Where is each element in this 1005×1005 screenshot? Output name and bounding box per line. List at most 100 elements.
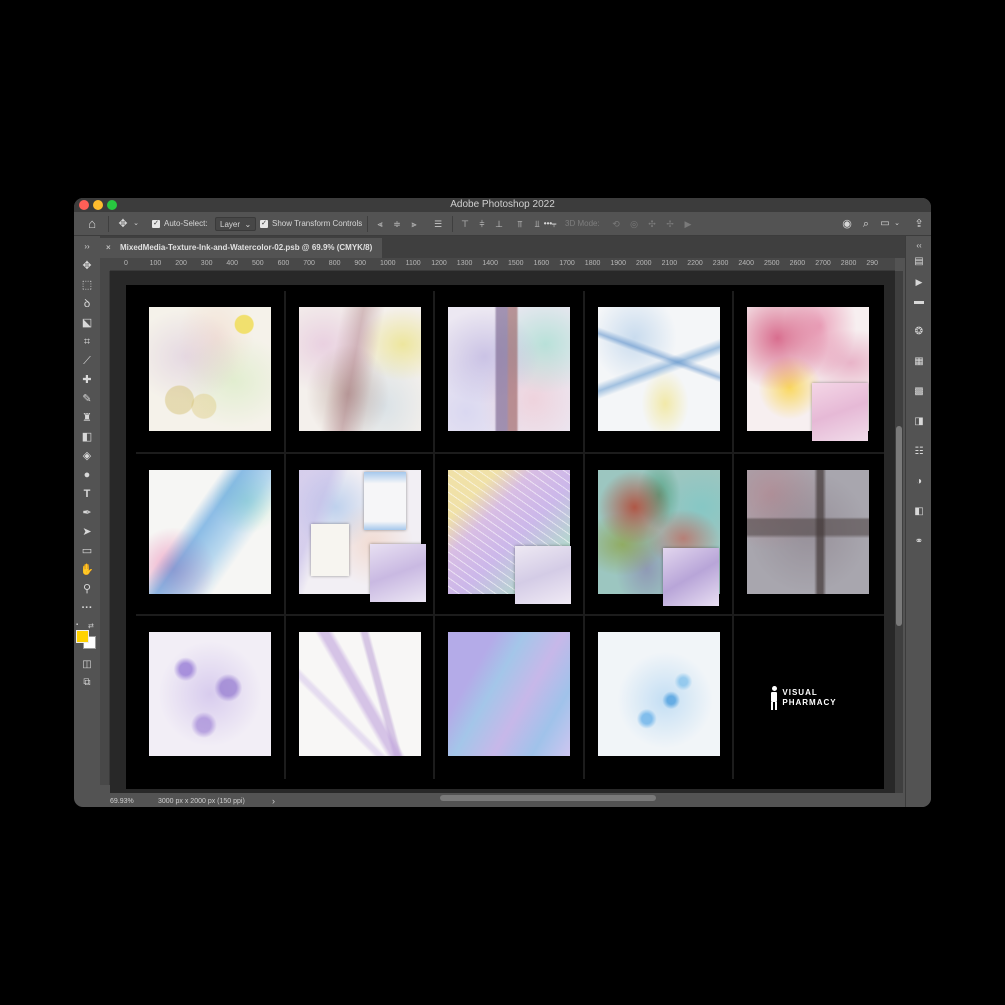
distribute-horizontal-icon[interactable]: ☰ [432,212,444,236]
show-transform-controls-label: Show Transform Controls [272,219,363,228]
ruler-tick-label: 2400 [738,260,754,267]
zoom-level[interactable]: 69.93% [110,796,134,807]
texture-preview [597,307,720,431]
hand-icon[interactable]: ✋ [78,562,96,579]
align-top-edges-icon[interactable]: ⊤ [459,212,471,236]
ruler-tick-label: 1200 [431,260,447,267]
texture-cell [286,616,436,779]
window-close-button[interactable] [79,200,89,210]
ruler-tick-label: 1300 [456,260,473,267]
ruler-origin[interactable] [100,258,110,271]
screen-mode-icon[interactable]: ⧉ [78,674,96,691]
share-user-icon[interactable]: ◉ [840,212,854,236]
move-tool-icon[interactable]: ✥ [78,258,96,275]
type-tool-icon[interactable]: T [78,486,96,503]
properties-icon[interactable]: ◑ [911,474,927,490]
crop-icon[interactable]: ⌗ [78,334,96,351]
window-maximize-button[interactable] [107,200,117,210]
status-info-chevron-icon[interactable]: › [272,796,275,807]
move-tool-icon[interactable]: ✥ [116,212,130,236]
ruler-tick-label: 1900 [610,260,626,267]
texture-cell [734,454,884,617]
quick-mask-icon[interactable]: ◫ [78,656,96,673]
document-canvas[interactable]: VISUAL PHARMACY [126,285,884,789]
ruler-tick-label: 2600 [789,260,806,267]
3d-roll-icon[interactable]: ◎ [628,212,640,236]
texture-overlay-swatch [369,543,426,602]
brush-icon[interactable]: ✎ [78,391,96,408]
document-tab[interactable]: × MixedMedia-Texture-Ink-and-Watercolor-… [100,238,383,258]
search-icon[interactable]: ⌕ [859,212,873,236]
patterns-icon[interactable]: ▩ [911,384,927,400]
auto-select-checkbox[interactable]: ✓ [152,220,160,228]
auto-select-target-dropdown[interactable]: Layer ⌄ [215,217,257,231]
ruler-tick-label: 700 [303,260,315,267]
object-selection-icon[interactable]: ⬕ [78,315,96,332]
align-horizontal-centers-icon[interactable]: ≑ [391,212,403,236]
history-icon[interactable]: ▤ [911,254,927,270]
align-bottom-edges-icon[interactable]: ⊥ [493,212,505,236]
collapse-dock-icon[interactable]: ‹‹ [911,238,927,254]
lasso-icon[interactable]: ꝺ [78,296,96,313]
close-tab-icon[interactable]: × [106,238,111,258]
collapse-panel-icon[interactable]: ›› [78,238,96,255]
3d-orbit-icon[interactable]: ⟲ [610,212,622,236]
texture-preview [448,632,571,757]
document-info: 3000 px x 2000 px (150 ppi) [158,798,245,805]
window-minimize-button[interactable] [93,200,103,210]
swap-colors-icon[interactable]: ⇄ [88,622,94,630]
3d-pan-icon[interactable]: ✣ [646,212,658,236]
vertical-ruler[interactable] [100,271,110,785]
healing-brush-icon[interactable]: ✚ [78,372,96,389]
actions-play-icon[interactable]: ▶ [911,274,927,290]
ruler-tick-label: 1800 [584,260,601,267]
channels-icon[interactable]: ⚭ [911,534,927,550]
eraser-icon[interactable]: ◧ [78,429,96,446]
dodge-icon[interactable]: ● [78,467,96,484]
align-vertical-centers-icon[interactable]: ⫩ [476,212,488,236]
ruler-tick-label: 1700 [559,260,575,267]
paint-bucket-icon[interactable]: ◈ [78,448,96,465]
vertical-scroll-thumb[interactable] [896,426,902,626]
vertical-scrollbar[interactable] [895,271,903,793]
clone-stamp-icon[interactable]: ♜ [78,410,96,427]
workspace-chevron-down-icon[interactable]: ⌄ [893,212,901,236]
3d-slide-icon[interactable]: ✢ [664,212,676,236]
ruler-tick-label: 2800 [840,260,857,267]
texture-cell [285,453,436,617]
zoom-icon[interactable]: ⚲ [78,581,96,598]
adjustments-sliders-icon[interactable]: ☷ [911,444,927,460]
tool-preset-chevron-down-icon[interactable]: ⌄ [132,212,140,236]
gradients-icon[interactable]: ◨ [911,414,927,430]
foreground-color-swatch[interactable] [76,630,89,643]
canvas-area[interactable]: VISUAL PHARMACY [110,271,895,793]
workspace-icon[interactable]: ▭ [878,212,892,236]
figure-icon [770,686,778,711]
edit-toolbar-icon[interactable]: ··· [78,600,96,617]
comments-icon[interactable]: ▬ [911,294,927,310]
photoshop-window: Adobe Photoshop 2022 ⌂ ✥ ⌄ ✓ Auto-Select… [74,198,931,807]
options-bar: ⌂ ✥ ⌄ ✓ Auto-Select: Layer ⌄ ✓ Show Tran… [74,212,931,236]
color-swatches[interactable]: ▪ ⇄ [76,622,98,650]
align-right-edges-icon[interactable]: ⫸ [408,212,420,236]
home-icon[interactable]: ⌂ [84,212,100,236]
default-colors-icon[interactable]: ▪ [76,622,78,628]
divider [367,216,368,232]
horizontal-ruler[interactable]: 0 100 200 300 400 500 600 700 800 900 1000 1100 1200… [110,258,895,271]
layers-icon[interactable]: ◧ [911,504,927,520]
align-left-edges-icon[interactable]: ⫷ [374,212,386,236]
rectangle-shape-icon[interactable]: ▭ [78,543,96,560]
distribute-top-icon[interactable]: ⫪ [514,212,526,236]
show-transform-controls-checkbox[interactable]: ✓ [260,220,268,228]
eyedropper-icon[interactable]: ⟋ [78,353,96,370]
texture-cell [285,291,436,454]
share-icon[interactable]: ⇪ [912,212,926,236]
ruler-tick-label: 100 [149,260,162,267]
rectangular-marquee-icon[interactable]: ⬚ [78,277,96,294]
swatches-icon[interactable]: ▦ [911,354,927,370]
path-selection-icon[interactable]: ➤ [78,524,96,541]
pen-icon[interactable]: ✒ [78,505,96,522]
color-palette-icon[interactable]: ❂ [911,324,927,340]
more-options-button[interactable]: ••• [540,212,556,236]
3d-scale-icon[interactable]: ▶ [682,212,694,236]
